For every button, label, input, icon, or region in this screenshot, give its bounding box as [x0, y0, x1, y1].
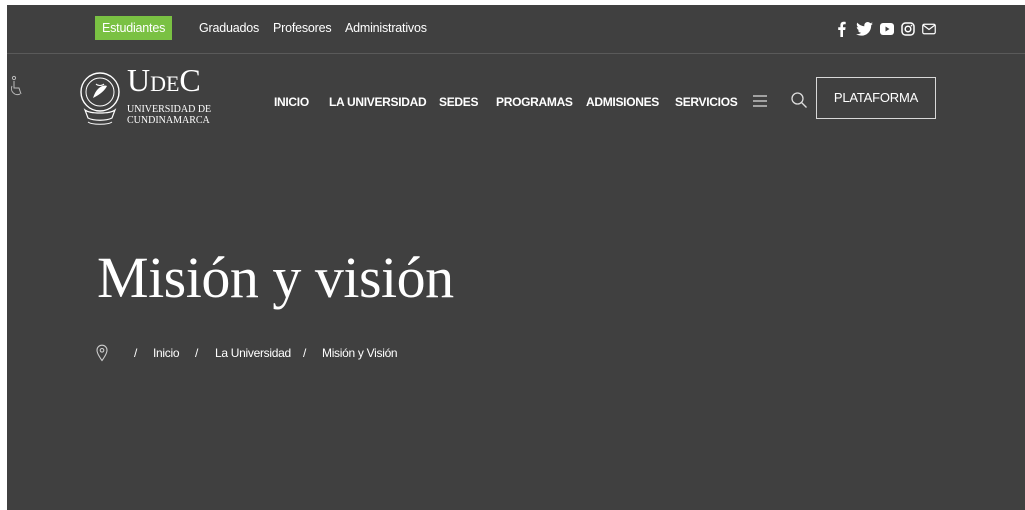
audience-link-graduados[interactable]: Graduados — [199, 16, 259, 40]
nav-item-admisiones[interactable]: ADMISIONES — [586, 93, 659, 111]
mail-icon[interactable] — [921, 23, 937, 35]
hamburger-menu-icon[interactable] — [752, 93, 768, 109]
location-pin-icon — [96, 344, 108, 362]
breadcrumb-separator: / — [303, 346, 307, 360]
nav-item-sedes[interactable]: SEDES — [439, 93, 478, 111]
accessibility-icon[interactable] — [9, 75, 25, 99]
top-bar: Estudiantes Graduados Profesores Adminis… — [7, 5, 1025, 54]
instagram-icon[interactable] — [900, 22, 916, 36]
twitter-icon[interactable] — [855, 22, 873, 36]
breadcrumb-item-current: Misión y Visión — [322, 346, 398, 360]
brand-name: UdeC — [127, 62, 201, 98]
brand-subtitle-line2: Cundinamarca — [127, 115, 210, 126]
search-icon[interactable] — [790, 91, 808, 109]
facebook-icon[interactable] — [835, 21, 847, 37]
breadcrumb-item-la-universidad[interactable]: La Universidad — [215, 344, 291, 362]
page-title: Misión y visión — [97, 245, 454, 310]
social-links — [835, 19, 937, 39]
nav-item-programas[interactable]: PROGRAMAS — [496, 93, 573, 111]
breadcrumb-separator: / — [195, 346, 199, 360]
youtube-icon[interactable] — [879, 23, 895, 35]
audience-link-estudiantes[interactable]: Estudiantes — [95, 16, 173, 40]
breadcrumb-item-inicio[interactable]: Inicio — [153, 344, 180, 362]
plataforma-button[interactable]: PLATAFORMA — [816, 77, 936, 119]
udec-logo[interactable]: UdeC Universidad de Cundinamarca — [79, 59, 219, 137]
brand-subtitle-line1: Universidad de — [127, 104, 212, 115]
nav-item-inicio[interactable]: INICIO — [274, 93, 309, 111]
nav-item-la-universidad[interactable]: LA UNIVERSIDAD — [329, 93, 427, 111]
brand-subtitle: Universidad de Cundinamarca — [127, 104, 237, 126]
nav-item-servicios[interactable]: SERVICIOS — [675, 93, 738, 111]
page: Estudiantes Graduados Profesores Adminis… — [7, 5, 1025, 510]
audience-link-administrativos[interactable]: Administrativos — [345, 16, 427, 40]
university-seal-icon — [80, 72, 120, 125]
breadcrumb-separator: / — [134, 346, 138, 360]
audience-link-profesores[interactable]: Profesores — [273, 16, 332, 40]
